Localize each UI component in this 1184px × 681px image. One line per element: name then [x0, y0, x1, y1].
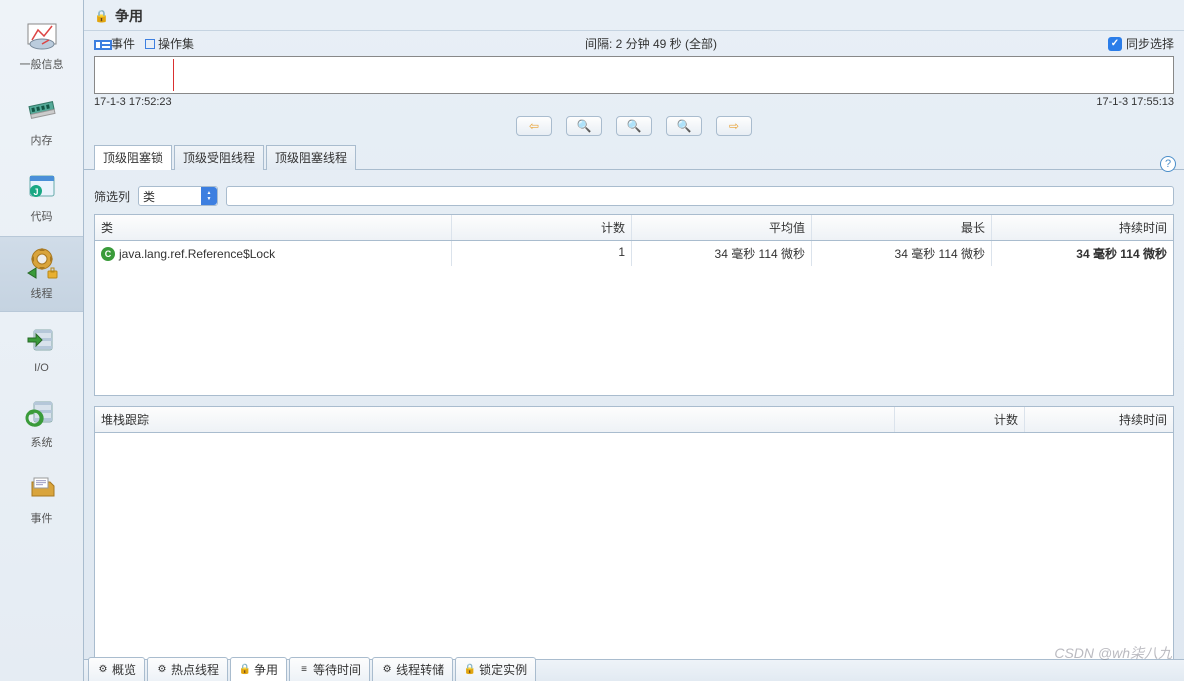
square-icon [145, 39, 155, 49]
subtab-top-blocking-locks[interactable]: 顶级阻塞锁 [94, 145, 172, 170]
cell-max: 34 毫秒 114 微秒 [812, 241, 992, 266]
sidebar-label: 系统 [31, 434, 53, 450]
col-max[interactable]: 最长 [812, 215, 992, 240]
events-label: 事件 [111, 35, 135, 52]
gauge-icon [22, 16, 62, 52]
subtab-top-blocked-threads[interactable]: 顶级受阻线程 [174, 145, 264, 170]
timeline[interactable] [94, 56, 1174, 94]
col-avg[interactable]: 平均值 [632, 215, 812, 240]
subtab-top-blocking-threads[interactable]: 顶级阻塞线程 [266, 145, 356, 170]
events-icon [94, 39, 108, 49]
overview-icon: ⚙ [97, 664, 109, 676]
timeline-end: 17-1-3 17:55:13 [1096, 96, 1174, 108]
latencies-icon: ≡ [298, 664, 310, 676]
contention-icon: 🔒 [239, 664, 251, 676]
page-title: 争用 [115, 6, 143, 26]
sidebar-label: 代码 [31, 208, 53, 224]
events-toggle[interactable]: 事件 [94, 35, 135, 52]
col-count[interactable]: 计数 [452, 215, 632, 240]
lock-icon: 🔒 [94, 9, 109, 23]
cell-class: java.lang.ref.Reference$Lock [119, 247, 275, 261]
cell-duration: 34 毫秒 114 微秒 [992, 241, 1173, 266]
sidebar-label: 一般信息 [20, 56, 64, 72]
sidebar-item-io[interactable]: I/O [0, 314, 83, 384]
zoom-out-icon: 🔍 [577, 119, 592, 133]
hot-threads-icon: ⚙ [156, 664, 168, 676]
system-icon [22, 394, 62, 430]
bottom-tabs: ⚙概览 ⚙热点线程 🔒争用 ≡等待时间 ⚙线程转储 🔒锁定实例 [84, 659, 1184, 681]
locks-table: 类 计数 平均值 最长 持续时间 C java.lang.ref.Referen… [94, 214, 1174, 396]
cell-count: 1 [452, 241, 632, 266]
tab-hot-threads[interactable]: ⚙热点线程 [147, 657, 228, 681]
sidebar: 一般信息 内存 J 代码 线程 I/O [0, 0, 84, 681]
col-class[interactable]: 类 [95, 215, 452, 240]
zoom-in-icon: 🔍 [677, 119, 692, 133]
nav-back-button[interactable]: ⇦ [516, 116, 552, 136]
cell-avg: 34 毫秒 114 微秒 [632, 241, 812, 266]
sidebar-item-system[interactable]: 系统 [0, 386, 83, 460]
opsets-toggle[interactable]: 操作集 [145, 35, 194, 52]
chevron-updown-icon [201, 187, 217, 205]
tab-thread-dumps[interactable]: ⚙线程转储 [372, 657, 453, 681]
svg-text:J: J [33, 187, 38, 197]
zoom-reset-icon: 🔍 [627, 119, 642, 133]
arrow-right-icon: ⇨ [729, 119, 739, 133]
col-duration[interactable]: 持续时间 [992, 215, 1173, 240]
filter-text-input[interactable] [226, 186, 1174, 206]
timeline-marker [173, 59, 174, 91]
sidebar-item-threads[interactable]: 线程 [0, 236, 83, 312]
tab-overview[interactable]: ⚙概览 [88, 657, 145, 681]
zoom-out-button[interactable]: 🔍 [566, 116, 602, 136]
main-panel: 🔒 争用 事件 操作集 间隔: 2 分钟 49 秒 (全部) ✓ 同步选择 [84, 0, 1184, 681]
threads-icon [22, 245, 62, 281]
sidebar-item-general[interactable]: 一般信息 [0, 8, 83, 82]
sidebar-item-events[interactable]: 事件 [0, 462, 83, 536]
sidebar-label: I/O [34, 362, 49, 374]
interval-text: 间隔: 2 分钟 49 秒 (全部) [204, 35, 1098, 52]
page-header: 🔒 争用 [84, 0, 1184, 31]
sync-checkbox[interactable]: ✓ [1108, 37, 1122, 51]
sidebar-label: 事件 [31, 510, 53, 526]
sidebar-item-code[interactable]: J 代码 [0, 160, 83, 234]
table-row[interactable]: C java.lang.ref.Reference$Lock 1 34 毫秒 1… [95, 241, 1173, 266]
watermark: CSDN @wh柒八九 [1054, 643, 1172, 663]
events-icon [22, 470, 62, 506]
tab-latencies[interactable]: ≡等待时间 [289, 657, 370, 681]
filter-column-select[interactable]: 类 [138, 186, 218, 206]
tab-lock-instances[interactable]: 🔒锁定实例 [455, 657, 536, 681]
sidebar-label: 线程 [31, 285, 53, 301]
zoom-in-button[interactable]: 🔍 [666, 116, 702, 136]
class-icon: C [101, 247, 115, 261]
filter-label: 筛选列 [94, 188, 130, 205]
col-stack-duration[interactable]: 持续时间 [1025, 407, 1173, 432]
sidebar-item-memory[interactable]: 内存 [0, 84, 83, 158]
col-stack-count[interactable]: 计数 [895, 407, 1025, 432]
nav-forward-button[interactable]: ⇨ [716, 116, 752, 136]
opsets-label: 操作集 [158, 35, 194, 52]
zoom-reset-button[interactable]: 🔍 [616, 116, 652, 136]
filter-selected-value: 类 [143, 188, 155, 205]
sidebar-label: 内存 [31, 132, 53, 148]
stack-table: 堆栈跟踪 计数 持续时间 [94, 406, 1174, 677]
io-icon [22, 322, 62, 358]
arrow-left-icon: ⇦ [529, 119, 539, 133]
code-icon: J [22, 168, 62, 204]
sync-label: 同步选择 [1126, 35, 1174, 52]
lock-instances-icon: 🔒 [464, 664, 476, 676]
memory-icon [22, 92, 62, 128]
col-stacktrace[interactable]: 堆栈跟踪 [95, 407, 895, 432]
tab-contention[interactable]: 🔒争用 [230, 657, 287, 681]
help-button[interactable]: ? [1160, 156, 1176, 172]
thread-dumps-icon: ⚙ [381, 664, 393, 676]
timeline-start: 17-1-3 17:52:23 [94, 96, 172, 108]
